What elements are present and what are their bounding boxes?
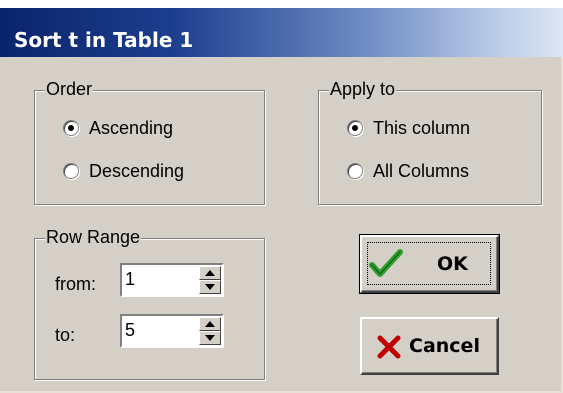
radio-selected-dot	[68, 125, 74, 131]
radio-all-columns-label[interactable]: All Columns	[373, 160, 469, 182]
x-icon	[377, 335, 401, 359]
radio-descending-label[interactable]: Descending	[89, 160, 184, 182]
from-value[interactable]: 1	[125, 268, 135, 290]
sort-dialog: Sort t in Table 1 Order Ascending Descen…	[0, 0, 563, 393]
radio-descending-button[interactable]	[63, 163, 79, 179]
from-spinbox[interactable]: 1	[120, 263, 224, 297]
from-label: from:	[55, 274, 97, 294]
to-spin-up-button[interactable]	[199, 317, 221, 331]
row-range-group-label: Row Range	[45, 226, 142, 248]
arrow-down-icon	[205, 284, 215, 290]
arrow-down-icon	[205, 335, 215, 341]
ok-button[interactable]: OK	[359, 234, 500, 294]
radio-all-columns[interactable]: All Columns	[347, 160, 469, 182]
radio-this-column[interactable]: This column	[347, 117, 470, 139]
cancel-label: Cancel	[409, 335, 480, 357]
order-group-label: Order	[45, 78, 94, 100]
to-value[interactable]: 5	[125, 319, 135, 341]
radio-descending[interactable]: Descending	[63, 160, 184, 182]
from-spin-up-button[interactable]	[199, 266, 221, 280]
check-icon	[369, 249, 403, 277]
cancel-button[interactable]: Cancel	[360, 317, 499, 375]
arrow-up-icon	[205, 270, 215, 276]
to-spin-down-button[interactable]	[199, 331, 221, 345]
arrow-up-icon	[205, 321, 215, 327]
radio-ascending-label[interactable]: Ascending	[89, 117, 173, 139]
title-bar[interactable]: Sort t in Table 1	[0, 8, 563, 57]
apply-to-group-label: Apply to	[329, 78, 397, 100]
from-spin-down-button[interactable]	[199, 280, 221, 294]
radio-ascending-button[interactable]	[63, 120, 79, 136]
from-spin-buttons	[199, 266, 221, 294]
row-range-group: Row Range	[34, 226, 265, 380]
to-spinbox[interactable]: 5	[120, 314, 224, 348]
radio-this-column-button[interactable]	[347, 120, 363, 136]
to-label: to:	[55, 325, 76, 345]
radio-ascending[interactable]: Ascending	[63, 117, 173, 139]
radio-this-column-label[interactable]: This column	[373, 117, 470, 139]
apply-to-group: Apply to	[318, 78, 542, 205]
to-spin-buttons	[199, 317, 221, 345]
dialog-title: Sort t in Table 1	[14, 28, 194, 52]
radio-all-columns-button[interactable]	[347, 163, 363, 179]
order-group: Order	[34, 78, 265, 205]
dialog-body: Order Ascending Descending Apply to This…	[0, 57, 563, 393]
ok-label: OK	[437, 253, 468, 275]
radio-selected-dot	[352, 125, 358, 131]
